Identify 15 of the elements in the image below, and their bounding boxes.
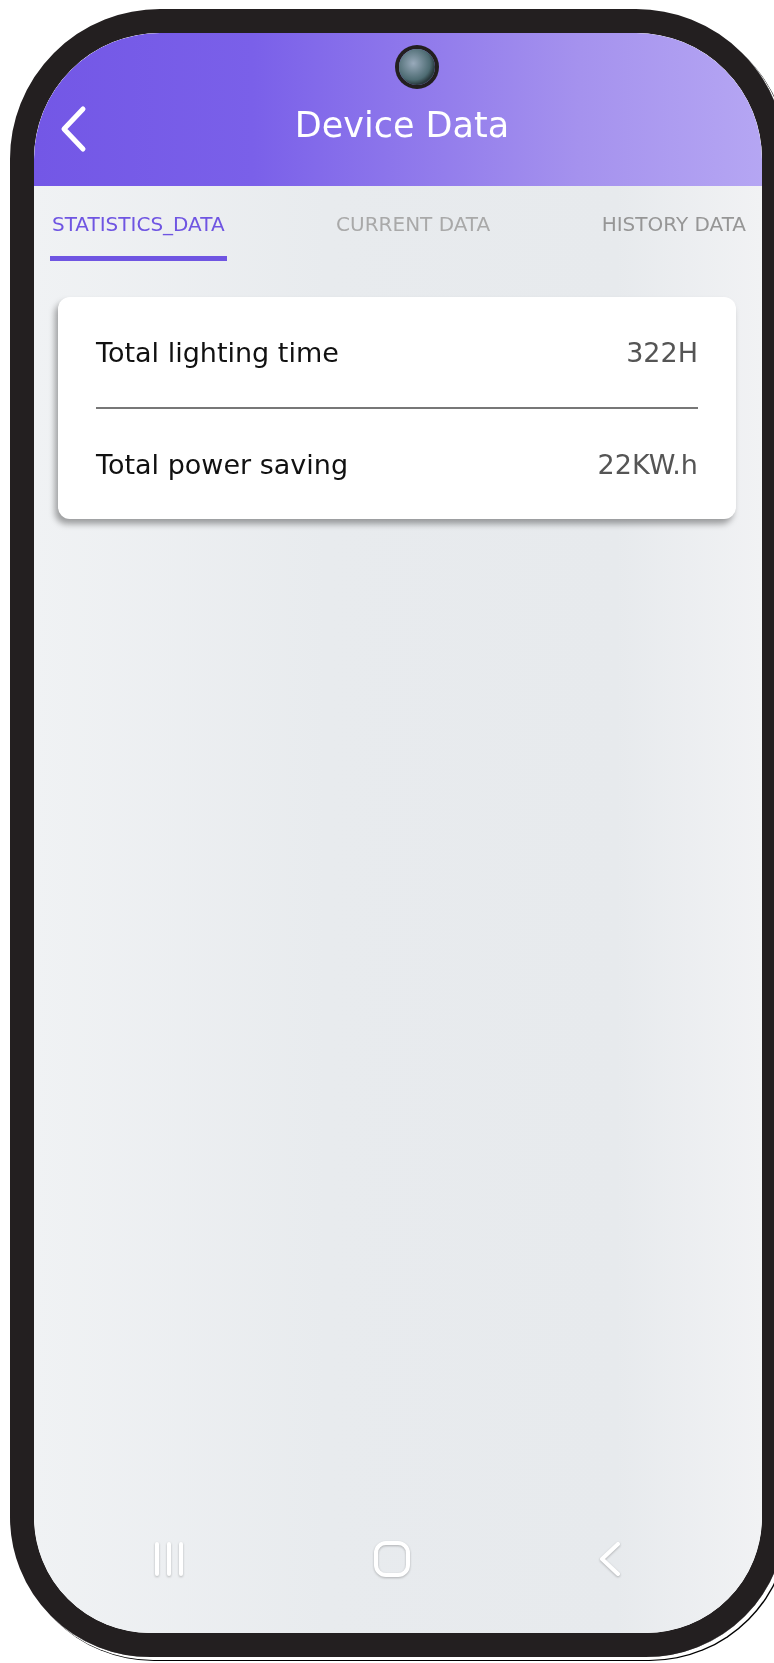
recent-apps-button[interactable] (152, 1541, 186, 1577)
stat-label: Total lighting time (96, 336, 339, 368)
stat-value: 22KW.h (597, 448, 698, 480)
back-icon (598, 1541, 622, 1577)
tab[interactable]: CURRENT DATA (334, 186, 493, 261)
home-button[interactable] (374, 1541, 410, 1577)
home-icon (374, 1541, 410, 1577)
tab[interactable]: HISTORY DATA (599, 186, 748, 261)
stat-value: 322H (626, 336, 698, 368)
stat-label: Total power saving (96, 448, 349, 480)
screen-title: Device Data (294, 104, 510, 145)
tab[interactable]: STATISTICS_DATA (50, 186, 227, 261)
camera-icon (399, 49, 435, 85)
back-nav-button[interactable] (598, 1541, 622, 1577)
recent-apps-icon (152, 1541, 186, 1577)
